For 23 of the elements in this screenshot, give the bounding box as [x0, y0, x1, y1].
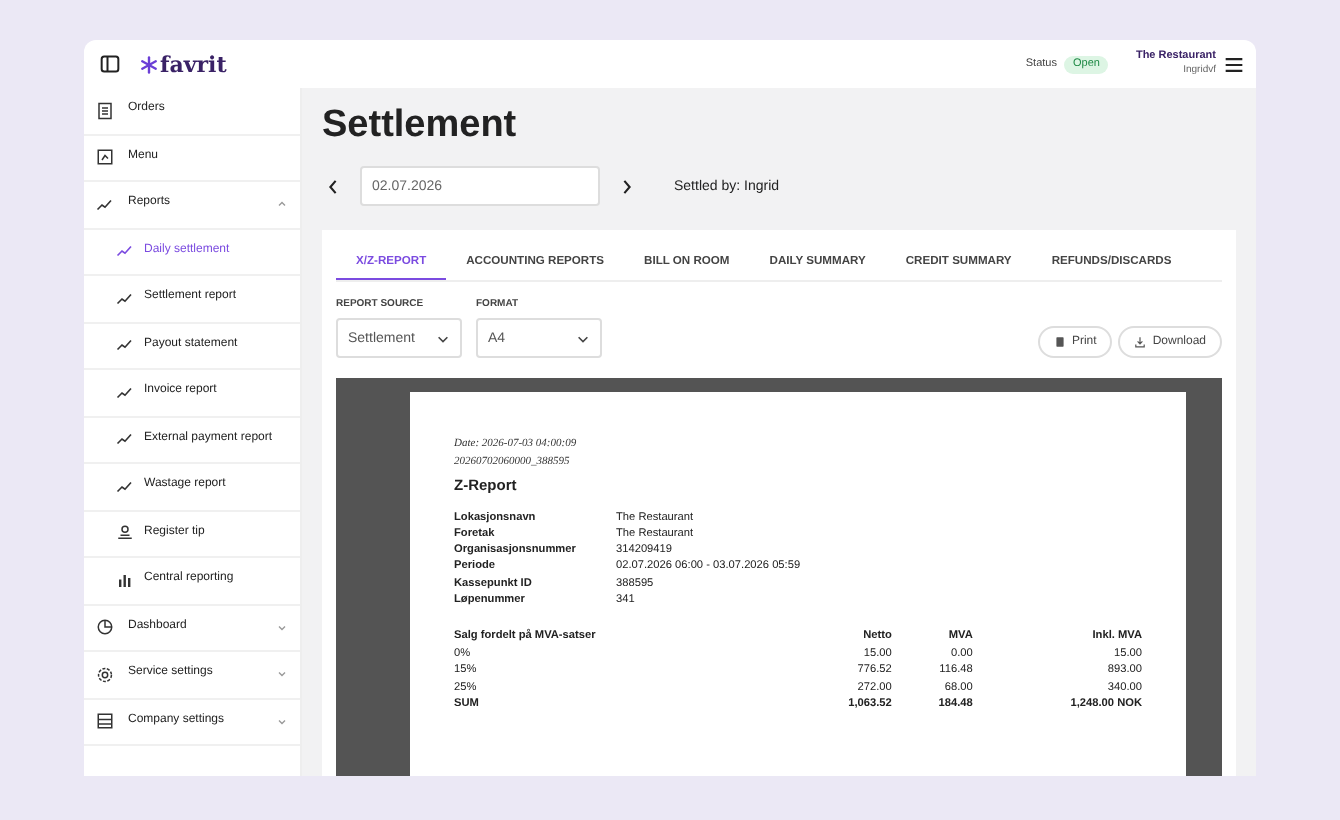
- page-title: Settlement: [322, 104, 519, 150]
- sidebar-toggle-icon[interactable]: [100, 54, 120, 74]
- trend-icon: [116, 289, 134, 308]
- trend-icon: [116, 430, 134, 449]
- logo: favrit: [160, 51, 227, 77]
- trend-icon: [116, 336, 134, 355]
- download-icon: [1134, 336, 1147, 348]
- tip-icon: [116, 524, 134, 543]
- document-icon: [96, 101, 114, 120]
- trend-icon: [96, 195, 114, 214]
- menu-icon[interactable]: [1224, 55, 1244, 73]
- pie-chart-icon: [96, 618, 114, 637]
- chevron-down-icon: [436, 331, 450, 345]
- trend-icon: [116, 383, 134, 402]
- print-icon: [1053, 336, 1066, 348]
- bar-chart-icon: [116, 571, 134, 590]
- logo-star-icon: [140, 55, 158, 73]
- settings-icon: [96, 665, 114, 684]
- trend-icon: [116, 242, 134, 261]
- menu-card-icon: [96, 148, 114, 167]
- chevron-down-icon: [576, 331, 590, 345]
- building-icon: [96, 712, 114, 731]
- trend-icon: [116, 477, 134, 496]
